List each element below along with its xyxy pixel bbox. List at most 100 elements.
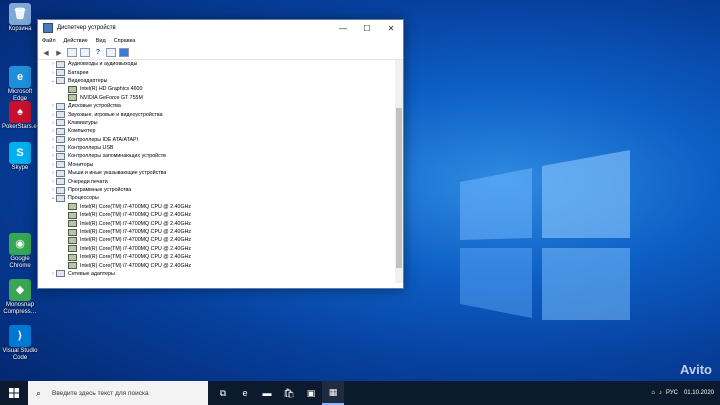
network-icon[interactable]: ⌂ xyxy=(651,390,655,396)
device-icon xyxy=(68,211,77,219)
tree-category-item[interactable]: › Аудиовходы и аудиовыходы xyxy=(38,60,395,68)
desktop-icon-label: Visual Studio Code xyxy=(2,348,38,361)
menu-view[interactable]: Вид xyxy=(96,38,106,44)
tree-category-item[interactable]: › Звуковые, игровые и видеоустройства xyxy=(38,110,395,119)
tree-category-item[interactable]: › Мониторы xyxy=(38,161,395,169)
skype-icon: S xyxy=(9,142,31,164)
device-manager-icon xyxy=(43,23,53,33)
tree-device-item[interactable]: Intel(R) Core(TM) i7-4700MQ CPU @ 2.40GH… xyxy=(38,236,395,244)
chrome-icon: ◉ xyxy=(9,233,31,255)
monosnap-icon: ◆ xyxy=(9,279,31,301)
tree-category-item[interactable]: › Клавиатуры xyxy=(38,119,395,127)
clock[interactable]: 01.10.2020 xyxy=(684,389,714,397)
desktop-icon[interactable]: ◆ Monosnap Compress… xyxy=(2,279,38,316)
search-icon: ⌕ xyxy=(36,387,42,398)
device-icon xyxy=(56,111,65,119)
taskbar-search-box[interactable]: ⌕ Введите здесь текст для поиска xyxy=(28,381,208,405)
tree-item-label: Звуковые, игровые и видеоустройства xyxy=(68,111,163,118)
tree-item-label: Программные устройства xyxy=(68,187,132,194)
device-icon xyxy=(68,85,77,93)
device-icon xyxy=(68,245,77,253)
desktop-icon[interactable]: ◉ Google Chrome xyxy=(2,233,38,270)
device-icon xyxy=(56,152,65,160)
vertical-scrollbar[interactable] xyxy=(395,60,403,283)
maximize-icon[interactable]: ☐ xyxy=(355,24,379,33)
title-bar[interactable]: Диспетчер устройств — ☐ ✕ xyxy=(38,20,403,36)
menu-bar: Файл Действие Вид Справка xyxy=(38,36,403,46)
pokerstars-icon: ♠ xyxy=(9,101,31,123)
tree-item-label: Аудиовходы и аудиовыходы xyxy=(68,61,138,68)
desktop-icon[interactable]: S Skype xyxy=(2,142,38,172)
tree-category-item[interactable]: › Программные устройства xyxy=(38,186,395,194)
minimize-icon[interactable]: — xyxy=(331,24,355,33)
desktop-icon[interactable]: 🗑 Корзина xyxy=(2,3,38,33)
view-icon[interactable] xyxy=(80,48,90,57)
tree-device-item[interactable]: Intel(R) Core(TM) i7-4700MQ CPU @ 2.40GH… xyxy=(38,245,395,253)
tree-device-item[interactable]: Intel(R) Core(TM) i7-4700MQ CPU @ 2.40GH… xyxy=(38,228,395,236)
avito-watermark: Avito xyxy=(679,362,712,377)
close-icon[interactable]: ✕ xyxy=(379,24,403,33)
recycle-bin-icon: 🗑 xyxy=(9,3,31,25)
device-icon xyxy=(56,136,65,144)
tree-category-item[interactable]: › Очереди печати xyxy=(38,177,395,186)
menu-file[interactable]: Файл xyxy=(42,38,56,44)
vscode-icon: ⟩ xyxy=(9,325,31,347)
menu-action[interactable]: Действие xyxy=(64,38,88,44)
tree-category-item[interactable]: › Контроллеры IDE ATA/ATAPI xyxy=(38,136,395,144)
tree-device-item[interactable]: Intel(R) Core(TM) i7-4700MQ CPU @ 2.40GH… xyxy=(38,261,395,270)
details-icon[interactable] xyxy=(106,48,116,57)
store-icon[interactable]: 🛍 xyxy=(278,381,300,405)
forward-icon[interactable]: ▶ xyxy=(54,48,64,57)
system-tray: ⌂ ♪ РУС 01.10.2020 xyxy=(651,381,720,405)
device-icon xyxy=(68,253,77,261)
tree-category-item[interactable]: › Батареи xyxy=(38,68,395,77)
help-icon[interactable]: ? xyxy=(93,48,103,57)
desktop-icon[interactable]: ♠ PokerStars.e… xyxy=(2,101,43,131)
desktop-icon[interactable]: ⟩ Visual Studio Code xyxy=(2,325,38,362)
tree-device-item[interactable]: Intel(R) Core(TM) i7-4700MQ CPU @ 2.40GH… xyxy=(38,203,395,211)
tree-category-item[interactable]: › Дисковые устройства xyxy=(38,102,395,110)
properties-icon[interactable] xyxy=(67,48,77,57)
tree-device-item[interactable]: NVIDIA GeForce GT 755M xyxy=(38,94,395,102)
app-icon[interactable]: ▣ xyxy=(300,381,322,405)
back-icon[interactable]: ◀ xyxy=(41,48,51,57)
edge-icon[interactable]: e xyxy=(234,381,256,405)
device-manager-icon[interactable]: ▦ xyxy=(322,381,344,405)
tree-device-item[interactable]: Intel(R) Core(TM) i7-4700MQ CPU @ 2.40GH… xyxy=(38,211,395,219)
language-indicator[interactable]: РУС xyxy=(666,390,678,396)
tree-category-item[interactable]: › Сетевые адаптеры xyxy=(38,270,395,278)
start-button[interactable] xyxy=(0,381,28,405)
desktop-icon[interactable]: e Microsoft Edge xyxy=(2,66,38,103)
tree-category-item[interactable]: ⌄ Видеоадаптеры xyxy=(38,77,395,85)
scrollbar-thumb[interactable] xyxy=(396,108,402,268)
tree-category-item[interactable]: › Компьютер xyxy=(38,127,395,135)
tree-category-item[interactable]: ⌄ Процессоры xyxy=(38,194,395,202)
tree-item-label: Intel(R) Core(TM) i7-4700MQ CPU @ 2.40GH… xyxy=(80,262,192,269)
tree-item-label: Процессоры xyxy=(68,195,99,202)
tree-item-label: Intel(R) Core(TM) i7-4700MQ CPU @ 2.40GH… xyxy=(80,245,192,252)
task-view-icon[interactable]: ⧉ xyxy=(212,381,234,405)
search-placeholder: Введите здесь текст для поиска xyxy=(52,389,149,397)
window-title: Диспетчер устройств xyxy=(57,25,116,31)
desktop-icon-label: Monosnap Compress… xyxy=(3,302,37,315)
device-icon xyxy=(56,161,65,169)
tree-category-item[interactable]: › Контроллеры запоминающих устройств xyxy=(38,152,395,160)
device-icon xyxy=(56,144,65,152)
volume-icon[interactable]: ♪ xyxy=(659,390,662,396)
device-icon xyxy=(56,77,65,85)
tree-category-item[interactable]: › Контроллеры USB xyxy=(38,144,395,152)
clock-date: 01.10.2020 xyxy=(683,390,714,396)
monitor-icon[interactable] xyxy=(119,48,129,57)
tree-category-item[interactable]: › Мыши и иные указывающие устройства xyxy=(38,169,395,177)
tree-device-item[interactable]: Intel(R) HD Graphics 4600 xyxy=(38,85,395,93)
tree-item-label: Intel(R) Core(TM) i7-4700MQ CPU @ 2.40GH… xyxy=(80,203,192,210)
tree-device-item[interactable]: Intel(R) Core(TM) i7-4700MQ CPU @ 2.40GH… xyxy=(38,219,395,228)
taskbar: ⌕ Введите здесь текст для поиска ⧉ e ▬ 🛍 ▣ ▦ … xyxy=(0,381,720,405)
tree-item-label: Intel(R) Core(TM) i7-4700MQ CPU @ 2.40GH… xyxy=(80,220,192,227)
file-explorer-icon[interactable]: ▬ xyxy=(256,381,278,405)
device-icon xyxy=(56,194,65,202)
edge-icon: e xyxy=(9,66,31,88)
device-icon xyxy=(56,186,65,194)
menu-help[interactable]: Справка xyxy=(114,38,136,44)
tree-device-item[interactable]: Intel(R) Core(TM) i7-4700MQ CPU @ 2.40GH… xyxy=(38,253,395,261)
